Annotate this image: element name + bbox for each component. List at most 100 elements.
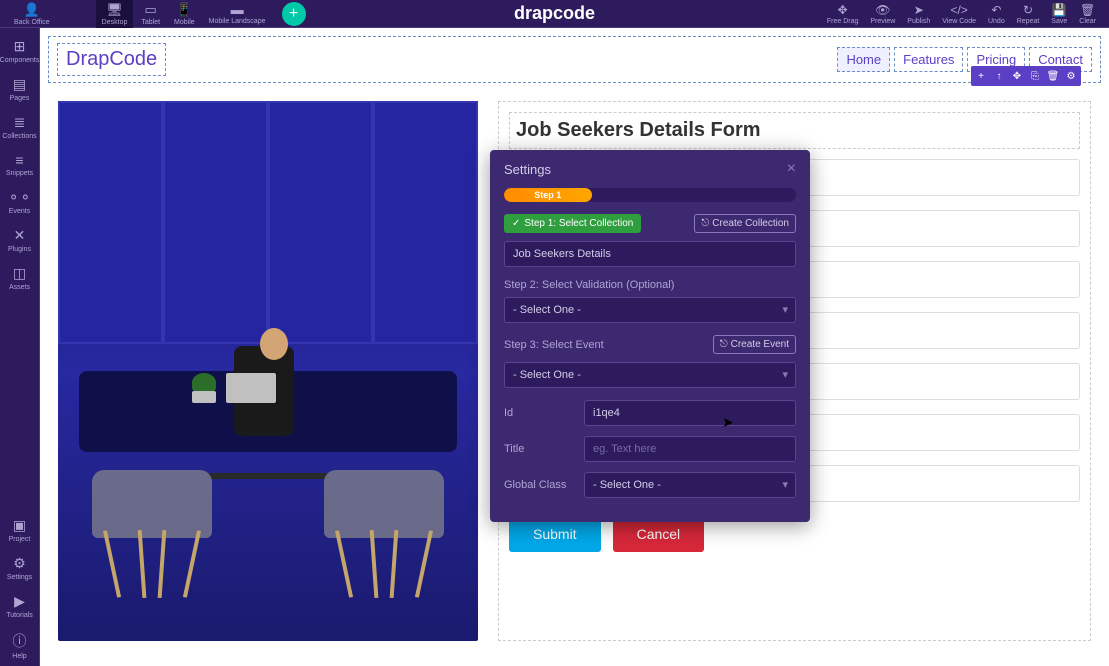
device-label: Desktop (102, 19, 128, 26)
trash-icon: 🗑 (1080, 3, 1095, 17)
title-input[interactable] (584, 436, 796, 462)
sel-copy-icon[interactable]: ⎘ (1027, 68, 1043, 84)
progress-fill: Step 1 (504, 188, 592, 202)
action-label: Undo (988, 18, 1005, 25)
create-event-button[interactable]: ⎋Create Event (713, 335, 796, 354)
help-icon: ⓘ (13, 631, 27, 651)
sidebar-components[interactable]: ⊞Components (0, 32, 39, 70)
selection-toolbar: + ↑ ✥ ⎘ 🗑 ⚙ (971, 66, 1081, 86)
action-label: Free Drag (827, 18, 859, 25)
sel-up-icon[interactable]: ↑ (991, 68, 1007, 84)
create-event-label: Create Event (731, 339, 789, 350)
device-tablet[interactable]: ▭Tablet (135, 0, 166, 28)
plugins-icon: ✕ (14, 227, 26, 244)
device-desktop[interactable]: 🖥Desktop (96, 0, 134, 28)
step1-label: Step 1: Select Collection (524, 218, 633, 229)
publish-button[interactable]: ➤Publish (902, 1, 935, 27)
redo-icon: ↻ (1023, 3, 1033, 17)
global-class-select[interactable]: - Select One - (584, 472, 796, 498)
left-sidebar: ⊞Components ▤Pages ≣ Collections ≡ Snippet… (0, 28, 40, 666)
sidebar-label: Components (0, 57, 39, 64)
desktop-icon: 🖥 (106, 2, 123, 18)
add-button[interactable]: + (282, 2, 306, 26)
code-icon: </> (950, 3, 967, 17)
brand-logo: drapcode (514, 3, 595, 24)
mobile-icon: 📱 (176, 2, 192, 18)
sidebar-snippets[interactable]: ≡ Snippets (0, 146, 39, 183)
event-select[interactable]: - Select One - (504, 362, 796, 388)
nav-home[interactable]: Home (837, 47, 890, 72)
sidebar-label: Snippets (6, 170, 33, 177)
form-title[interactable]: Job Seekers Details Form (509, 112, 1080, 149)
nav-features[interactable]: Features (894, 47, 963, 72)
step3-label: Step 3: Select Event (504, 339, 604, 351)
action-label: Repeat (1017, 18, 1040, 25)
preview-button[interactable]: 👁Preview (865, 1, 900, 27)
sidebar-label: Plugins (8, 246, 31, 253)
publish-icon: ➤ (914, 3, 924, 17)
back-office-label: Back Office (14, 19, 50, 26)
id-row: Id (504, 400, 796, 426)
back-office-button[interactable]: 👤 Back Office (8, 0, 56, 28)
sel-move-icon[interactable]: ✥ (1009, 68, 1025, 84)
action-label: Publish (907, 18, 930, 25)
database-icon: ≣ (14, 114, 26, 131)
close-icon[interactable]: × (787, 160, 796, 178)
sidebar-label: Collections (2, 133, 36, 140)
create-collection-label: Create Collection (712, 218, 789, 229)
sidebar-collections[interactable]: ≣ Collections (0, 108, 39, 146)
sidebar-settings[interactable]: ⚙Settings (0, 549, 39, 587)
navbar-brand[interactable]: DrapCode (57, 43, 166, 76)
video-icon: ▶ (14, 593, 25, 610)
sel-add-icon[interactable]: + (973, 68, 989, 84)
gear-icon: ⚙ (13, 555, 26, 572)
save-button[interactable]: 💾Save (1046, 1, 1072, 27)
snippets-icon: ≡ (15, 152, 23, 168)
move-icon: ✥ (838, 3, 848, 17)
sel-settings-icon[interactable]: ⚙ (1063, 68, 1079, 84)
sidebar-assets[interactable]: ◫Assets (0, 259, 39, 297)
sidebar-pages[interactable]: ▤Pages (0, 70, 39, 108)
step3-row: Step 3: Select Event ⎋Create Event (504, 335, 796, 354)
sidebar-plugins[interactable]: ✕ Plugins (0, 221, 39, 259)
plus-icon: + (289, 5, 298, 23)
id-label: Id (504, 407, 574, 419)
device-mobile[interactable]: 📱Mobile (168, 0, 201, 28)
sidebar-label: Assets (9, 284, 30, 291)
page-icon: ▤ (13, 76, 26, 93)
sidebar-tutorials[interactable]: ▶Tutorials (0, 587, 39, 625)
repeat-button[interactable]: ↻Repeat (1012, 1, 1045, 27)
create-collection-button[interactable]: ⎋Create Collection (694, 214, 796, 233)
device-landscape[interactable]: ▬Mobile Landscape (203, 0, 272, 28)
title-label: Title (504, 443, 574, 455)
sel-delete-icon[interactable]: 🗑 (1045, 68, 1061, 84)
title-row: Title (504, 436, 796, 462)
validation-select[interactable]: - Select One - (504, 297, 796, 323)
top-actions: ✥Free Drag 👁Preview ➤Publish </>View Cod… (822, 1, 1101, 27)
sidebar-help[interactable]: ⓘ Help (0, 625, 39, 666)
device-label: Tablet (141, 19, 160, 26)
sidebar-label: Project (9, 536, 31, 543)
free-drag-button[interactable]: ✥Free Drag (822, 1, 864, 27)
global-class-label: Global Class (504, 479, 574, 491)
view-code-button[interactable]: </>View Code (937, 1, 981, 27)
sidebar-label: Help (12, 653, 26, 660)
sidebar-events[interactable]: ⚬⚬ Events (0, 183, 39, 221)
user-icon: 👤 (24, 2, 40, 18)
modal-title: Settings (504, 162, 551, 177)
step2-label: Step 2: Select Validation (Optional) (504, 279, 796, 291)
events-icon: ⚬⚬ (8, 189, 31, 206)
save-icon: 💾 (1052, 3, 1067, 17)
id-input[interactable] (584, 400, 796, 426)
sidebar-project[interactable]: ▣Project (0, 511, 39, 549)
page-navbar[interactable]: DrapCode Home Features Pricing Contact (48, 36, 1101, 83)
device-label: Mobile Landscape (209, 18, 266, 25)
external-icon: ⎋ (701, 218, 709, 229)
modal-header: Settings × (490, 150, 810, 188)
hero-image[interactable] (58, 101, 478, 641)
collection-input[interactable] (504, 241, 796, 267)
undo-button[interactable]: ↶Undo (983, 1, 1010, 27)
sidebar-label: Events (9, 208, 30, 215)
global-class-row: Global Class - Select One - (504, 472, 796, 498)
clear-button[interactable]: 🗑Clear (1074, 1, 1101, 27)
